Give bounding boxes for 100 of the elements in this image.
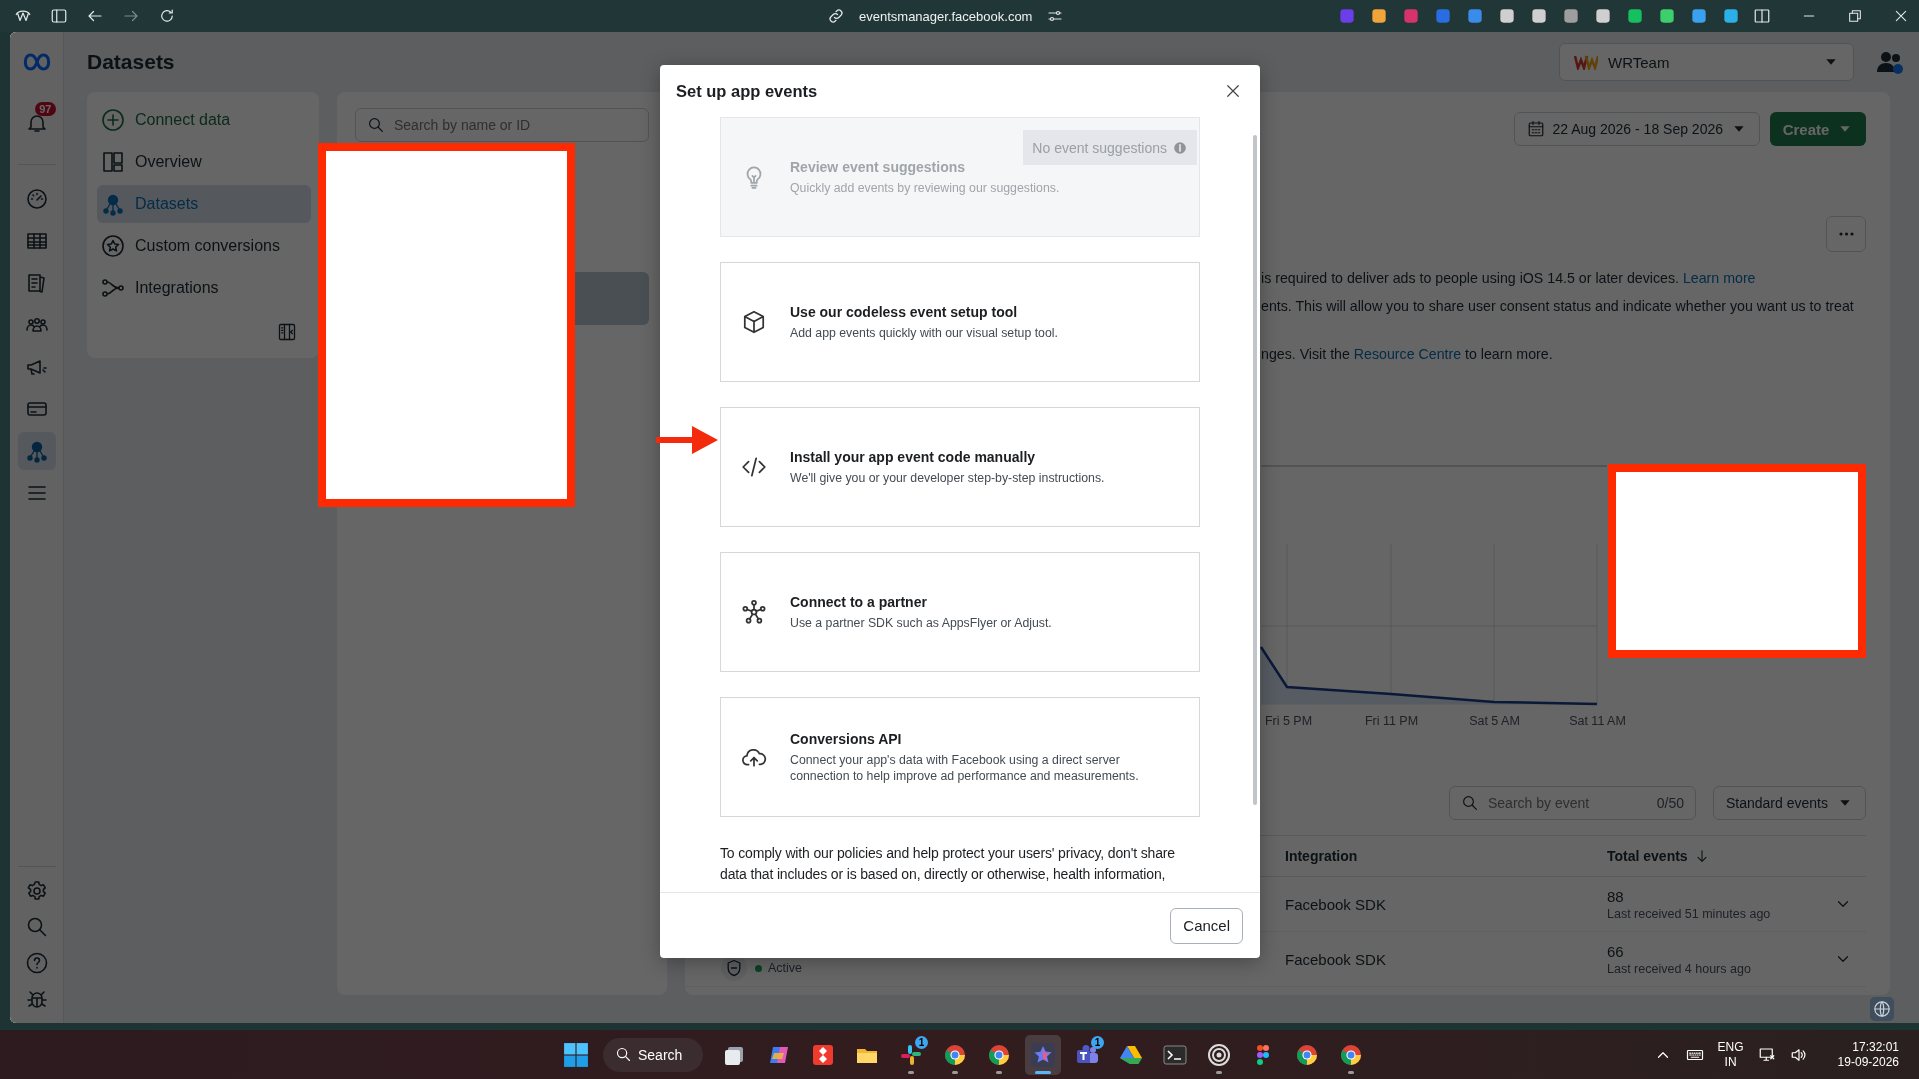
last-received-text: Last received 51 minutes ago <box>1607 906 1772 921</box>
option-description: Quickly add events by reviewing our suggestions. <box>790 179 1060 196</box>
table-cell-text: Facebook SDK <box>1285 895 1387 913</box>
notification-count: 97 <box>35 102 56 116</box>
notice-text: nges. Visit the Resource Centre to learn more. <box>1261 345 1553 364</box>
ring-app-icon <box>1207 1042 1231 1067</box>
column-header[interactable]: Total events <box>1607 848 1688 864</box>
chrome-icon <box>987 1042 1011 1067</box>
axis-label: Sat 5 AM <box>1468 714 1521 728</box>
status-label: Active <box>755 961 803 975</box>
event-count: 88 <box>1607 887 1625 905</box>
taskbar-app[interactable]: 1 <box>893 1034 929 1075</box>
taskbar-app[interactable] <box>1025 1034 1061 1075</box>
link[interactable]: Learn more <box>1682 270 1756 286</box>
extension-icon[interactable] <box>1721 6 1741 26</box>
rail-button[interactable] <box>17 432 56 470</box>
extension-icon[interactable] <box>1657 6 1677 26</box>
close-icon[interactable] <box>1224 82 1242 100</box>
nav-item[interactable]: Datasets <box>97 185 311 223</box>
collapse-icon[interactable] <box>277 322 297 342</box>
extension-icon[interactable] <box>1561 6 1581 26</box>
extension-icon[interactable] <box>1529 6 1549 26</box>
language-button[interactable] <box>1870 997 1894 1021</box>
taskbar-app[interactable]: 1 <box>1069 1034 1105 1075</box>
option-description: Add app events quickly with our visual setup tool. <box>790 324 1058 341</box>
clock[interactable]: 17:32:01 19-09-2026 <box>1837 1039 1899 1070</box>
axis-label: Sat 11 AM <box>1568 714 1627 728</box>
option-title: Use our codeless event setup tool <box>790 303 1019 320</box>
cancel-button[interactable]: Cancel <box>1170 907 1243 944</box>
option-description: Connect your app's data with Facebook using a direct server connection to help improve ad performance and measurements. <box>790 751 1140 784</box>
option-description: Use a partner SDK such as AppsFlyer or Adjust. <box>790 614 1052 631</box>
extension-icon[interactable] <box>1369 6 1389 26</box>
cube-icon <box>741 309 767 335</box>
nodes-icon <box>101 192 125 216</box>
search-icon <box>1461 794 1479 812</box>
axis-label: Fri 11 PM <box>1363 714 1420 728</box>
layout-icon <box>101 150 125 174</box>
create-button[interactable]: Create <box>1770 112 1866 146</box>
split-view-icon[interactable] <box>1753 7 1771 25</box>
notice-text: ents. This will allow you to share user consent status and indicate whether you want us to treat <box>1261 297 1854 316</box>
column-header[interactable]: Integration <box>1285 848 1358 864</box>
sidebar-icon[interactable] <box>50 7 68 25</box>
branch-icon <box>101 276 125 300</box>
add-icon <box>101 108 125 132</box>
option-title: Install your app event code manually <box>790 448 1037 465</box>
extension-icon[interactable] <box>1689 6 1709 26</box>
search-icon <box>367 116 385 134</box>
globe-icon <box>1873 1000 1891 1018</box>
notifications-button[interactable]: 97 <box>17 104 56 142</box>
dialog-title: Set up app events <box>676 81 819 101</box>
event-filter-dropdown[interactable]: Standard events <box>1713 786 1866 820</box>
scrollbar[interactable] <box>1253 135 1257 805</box>
option-card[interactable]: Conversions API Connect your app's data with Facebook using a direct server connection to help improve ad performance and measurements. <box>720 697 1200 817</box>
search-icon <box>615 1046 632 1063</box>
option-card[interactable]: Connect to a partner Use a partner SDK such as AppsFlyer or Adjust. <box>720 552 1200 672</box>
notice-text: is required to deliver ads to people using iOS 14.5 or later devices. Learn more <box>1261 269 1756 288</box>
chrome-icon <box>1339 1042 1363 1067</box>
option-card[interactable]: Use our codeless event setup tool Add app events quickly with our visual setup tool. <box>720 262 1200 382</box>
option-card[interactable]: Install your app event code manually We'll give you or your developer step-by-step instructions. <box>720 407 1200 527</box>
axis-label: Fri 5 PM <box>1263 714 1314 728</box>
privacy-notice: To comply with our policies and help protect your users' privacy, don't share data that includes or is based on, directly or otherwise, health information, <box>720 844 1176 884</box>
language-indicator[interactable]: ENG IN <box>1717 1039 1744 1070</box>
reload-icon[interactable] <box>158 7 176 25</box>
network-icon <box>741 599 767 625</box>
gauge-icon <box>24 187 49 211</box>
link-icon <box>827 7 845 25</box>
close-icon[interactable] <box>1893 8 1909 24</box>
link[interactable]: Resource Centre <box>1353 346 1462 362</box>
taskbar-search[interactable]: Search <box>603 1037 703 1072</box>
option-title: Connect to a partner <box>790 593 928 610</box>
option-title: Conversions API <box>790 730 903 747</box>
more-icon <box>1838 232 1854 236</box>
event-count: 66 <box>1607 942 1625 960</box>
address-bar[interactable]: eventsmanager.facebook.com <box>859 8 1033 24</box>
account-selector[interactable]: WRTeam <box>1559 43 1854 81</box>
chrome-icon <box>1295 1042 1319 1067</box>
badge: 1 <box>915 1035 928 1049</box>
restore-icon[interactable] <box>1847 8 1863 24</box>
help-icon <box>24 951 49 975</box>
option-title: Review event suggestions <box>790 158 967 175</box>
pointer-arrow <box>656 425 718 455</box>
account-logo-icon <box>1574 54 1598 70</box>
network-icon[interactable] <box>1757 1045 1776 1064</box>
last-received-text: Last received 4 hours ago <box>1607 961 1752 976</box>
start-icon[interactable] <box>563 1041 589 1068</box>
star-app-icon <box>1031 1042 1055 1067</box>
extension-icon[interactable] <box>1625 6 1645 26</box>
nav-item[interactable]: Connect data <box>97 101 311 139</box>
terminal-icon <box>1163 1042 1187 1067</box>
date-range-button[interactable]: 22 Aug 2026 - 18 Sep 2026 <box>1513 112 1760 146</box>
calendar-icon <box>1526 120 1545 138</box>
badge: 1 <box>1091 1035 1104 1049</box>
nav-item[interactable]: Custom conversions <box>97 227 311 265</box>
nav-item[interactable]: Integrations <box>97 269 311 307</box>
nav-item[interactable]: Overview <box>97 143 311 181</box>
extension-icon[interactable] <box>1593 6 1613 26</box>
extension-icon[interactable] <box>1465 6 1485 26</box>
table-cell-text: Facebook SDK <box>1285 950 1387 968</box>
page-title: Datasets <box>87 50 175 74</box>
extension-icon[interactable] <box>1497 6 1517 26</box>
